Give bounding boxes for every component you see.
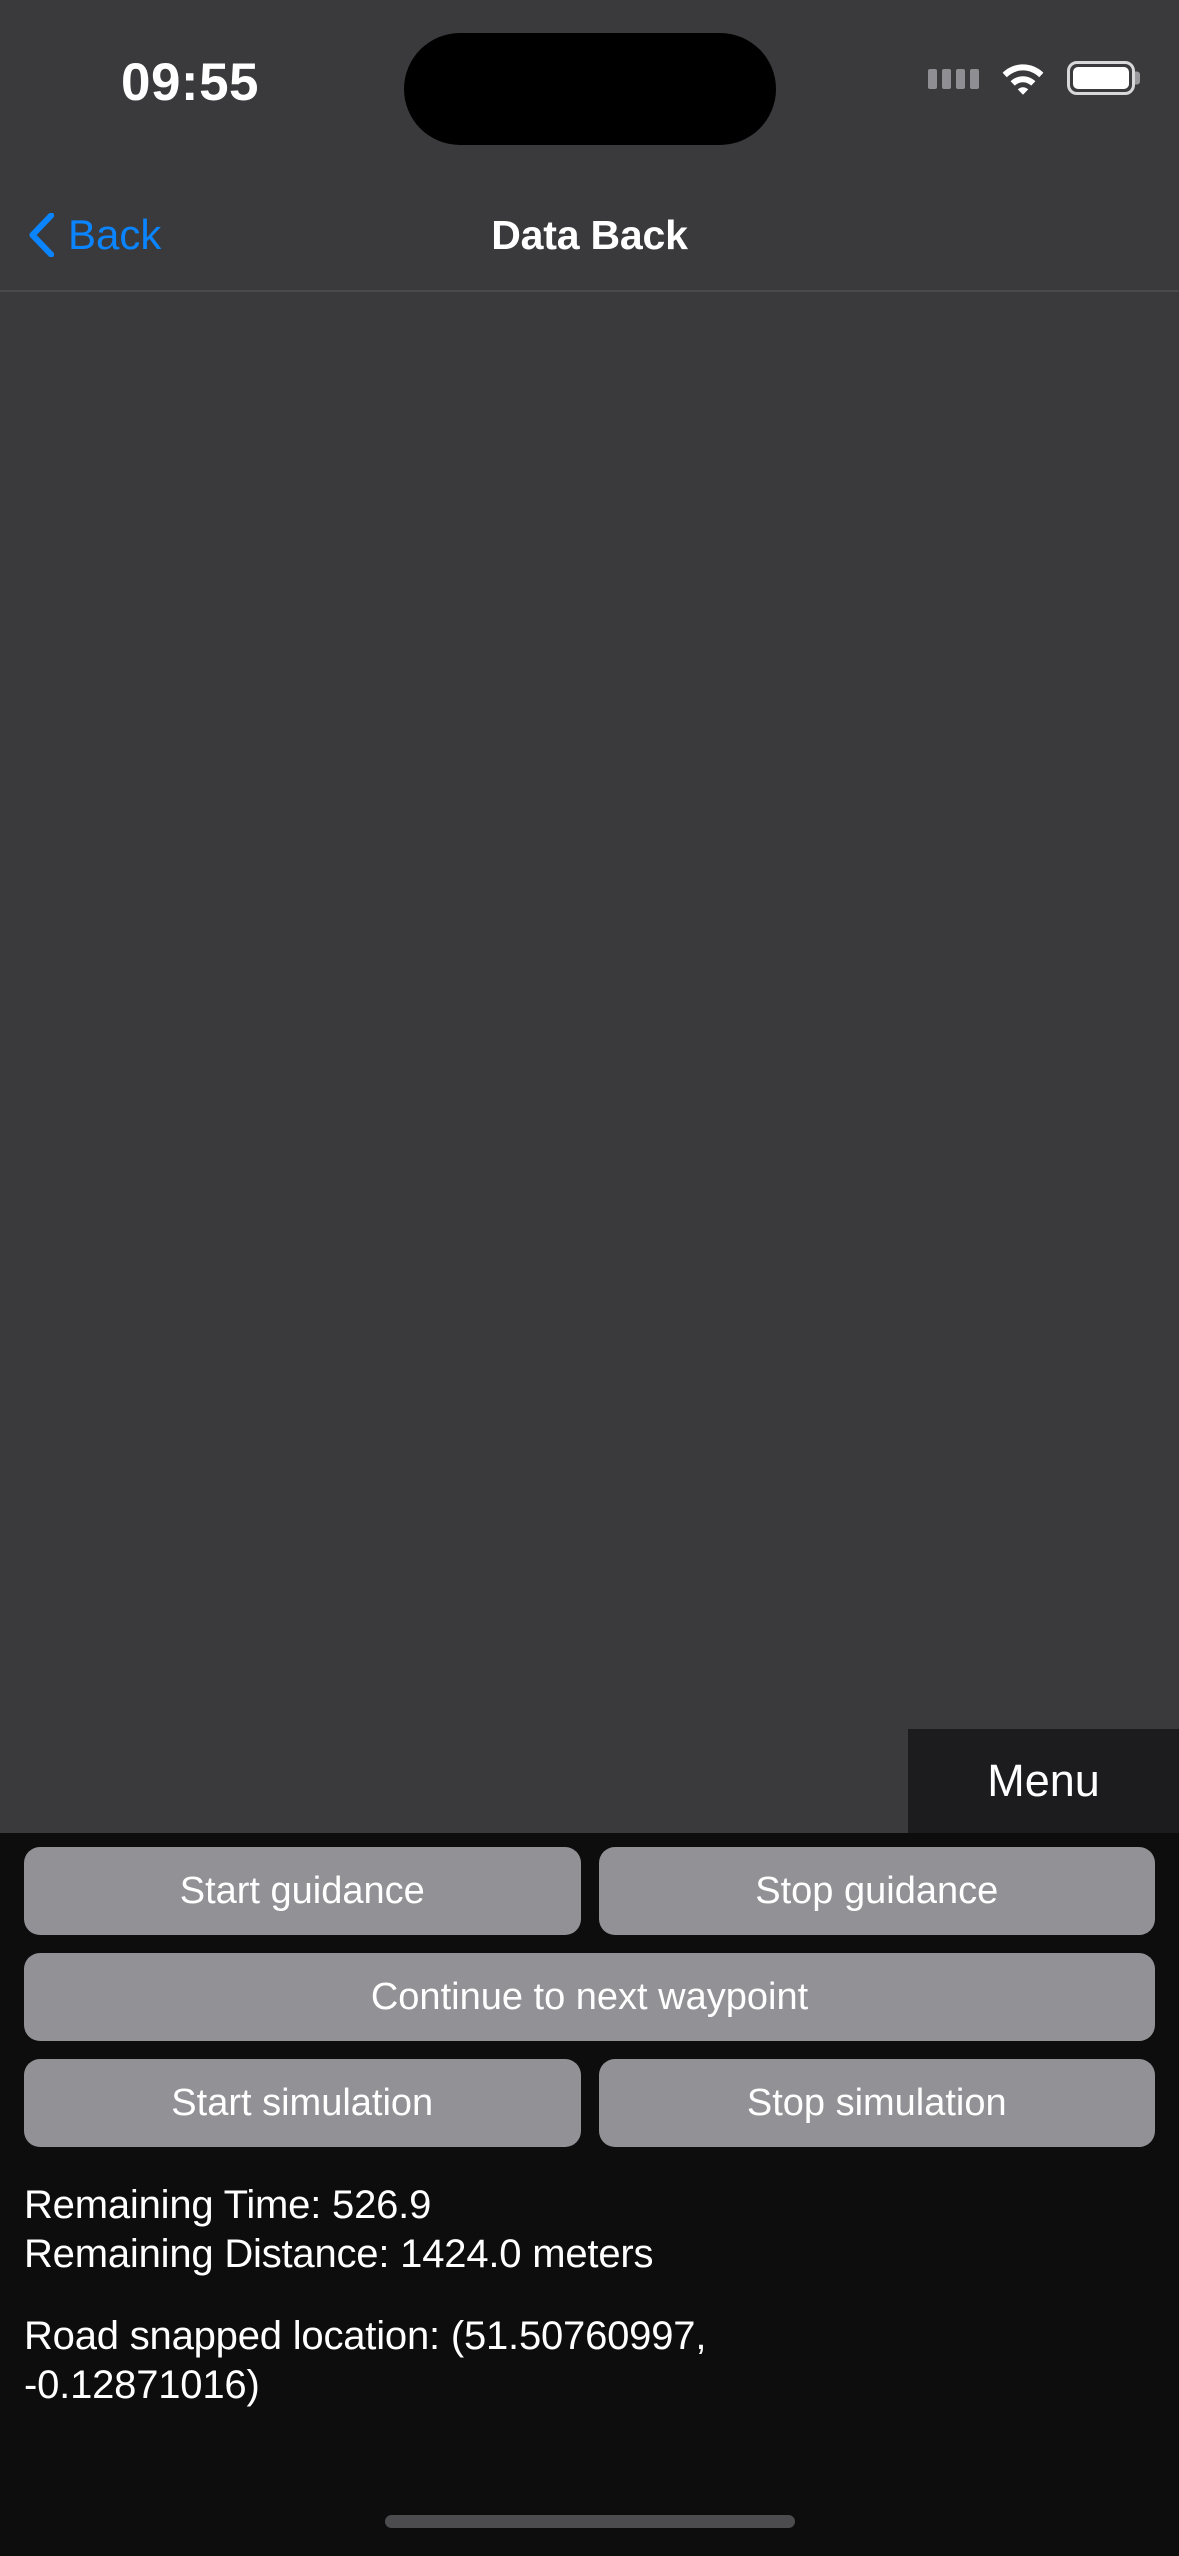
menu-button[interactable]: Menu [908, 1728, 1179, 1833]
start-simulation-button[interactable]: Start simulation [24, 2058, 581, 2147]
map-view[interactable]: Menu [0, 292, 1179, 1833]
wifi-icon [997, 58, 1049, 98]
cellular-dots-icon [928, 67, 979, 89]
home-indicator[interactable] [384, 2515, 795, 2528]
page-title: Data Back [491, 211, 688, 258]
navigation-bar: Back Data Back [0, 180, 1179, 292]
waypoint-button-row: Continue to next waypoint [24, 1952, 1155, 2041]
status-bar: 09:55 [0, 0, 1179, 180]
battery-full-icon [1067, 61, 1135, 95]
status-bar-time: 09:55 [120, 53, 260, 112]
status-info-block: Remaining Time: 526.9 Remaining Distance… [24, 2165, 1155, 2410]
menu-button-label: Menu [987, 1754, 1100, 1806]
stop-simulation-button[interactable]: Stop simulation [598, 2058, 1155, 2147]
dynamic-island [403, 33, 776, 145]
simulation-button-row: Start simulation Stop simulation [24, 2058, 1155, 2147]
start-guidance-button[interactable]: Start guidance [24, 1846, 581, 1935]
control-panel: Start guidance Stop guidance Continue to… [0, 1832, 1179, 2410]
road-snapped-location-label: Road snapped location: (51.50760997, -0.… [24, 2314, 707, 2408]
remaining-time-label: Remaining Time: 526.9 [24, 2182, 432, 2227]
phone-screen: 09:55 Back Data Back Menu Start guidance… [0, 0, 1179, 2556]
home-indicator-area [0, 2410, 1179, 2556]
status-bar-indicators [928, 50, 1135, 106]
stop-guidance-button[interactable]: Stop guidance [598, 1846, 1155, 1935]
guidance-button-row: Start guidance Stop guidance [24, 1846, 1155, 1935]
remaining-distance-label: Remaining Distance: 1424.0 meters [24, 2231, 654, 2276]
continue-to-next-waypoint-button[interactable]: Continue to next waypoint [24, 1952, 1155, 2041]
